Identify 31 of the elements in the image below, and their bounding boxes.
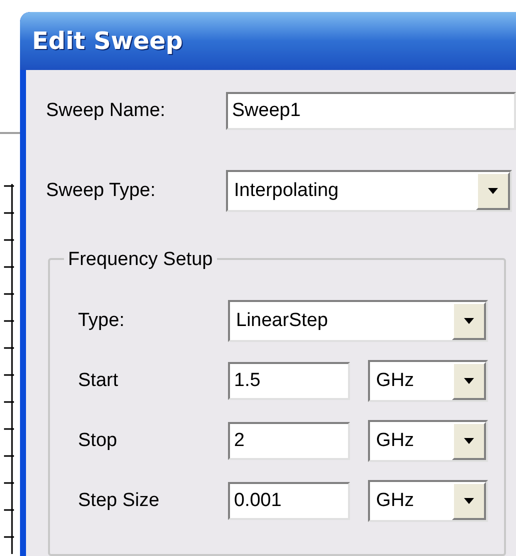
dropdown-arrow-icon bbox=[488, 188, 498, 194]
unit-dropdown[interactable]: GHz bbox=[368, 480, 488, 522]
field-label: Type: bbox=[78, 308, 126, 333]
selected-value: GHz bbox=[375, 368, 415, 393]
dropdown-arrow-icon bbox=[464, 498, 474, 504]
dropdown-arrow-icon bbox=[464, 438, 474, 444]
window-title: Edit Sweep bbox=[32, 26, 183, 57]
selected-value: GHz bbox=[375, 428, 415, 453]
dropdown-arrow-icon bbox=[464, 378, 474, 384]
selected-value: LinearStep bbox=[235, 308, 329, 333]
dropdown-button[interactable] bbox=[452, 302, 486, 340]
value-field[interactable]: 0.001 bbox=[228, 482, 350, 520]
field-label: Stop bbox=[78, 428, 118, 453]
unit-dropdown[interactable]: GHz bbox=[368, 420, 488, 462]
selected-value: GHz bbox=[375, 488, 415, 513]
field-label: Sweep Name: bbox=[46, 98, 166, 123]
value-field[interactable]: 1.5 bbox=[228, 362, 350, 400]
dropdown-button[interactable] bbox=[476, 172, 510, 210]
field-label: Start bbox=[78, 368, 120, 393]
selected-value: Interpolating bbox=[233, 178, 340, 203]
value-field[interactable]: 2 bbox=[228, 422, 350, 460]
sweep-name-field[interactable]: Sweep1 bbox=[226, 92, 516, 130]
sweep-type-dropdown[interactable]: Interpolating bbox=[226, 170, 512, 212]
frequency-type-dropdown[interactable]: LinearStep bbox=[228, 300, 488, 342]
field-label: Step Size bbox=[78, 488, 160, 513]
unit-dropdown[interactable]: GHz bbox=[368, 360, 488, 402]
dropdown-button[interactable] bbox=[452, 362, 486, 400]
field-label: Sweep Type: bbox=[46, 178, 157, 203]
dropdown-button[interactable] bbox=[452, 422, 486, 460]
dropdown-arrow-icon bbox=[464, 318, 474, 324]
dropdown-button[interactable] bbox=[452, 482, 486, 520]
